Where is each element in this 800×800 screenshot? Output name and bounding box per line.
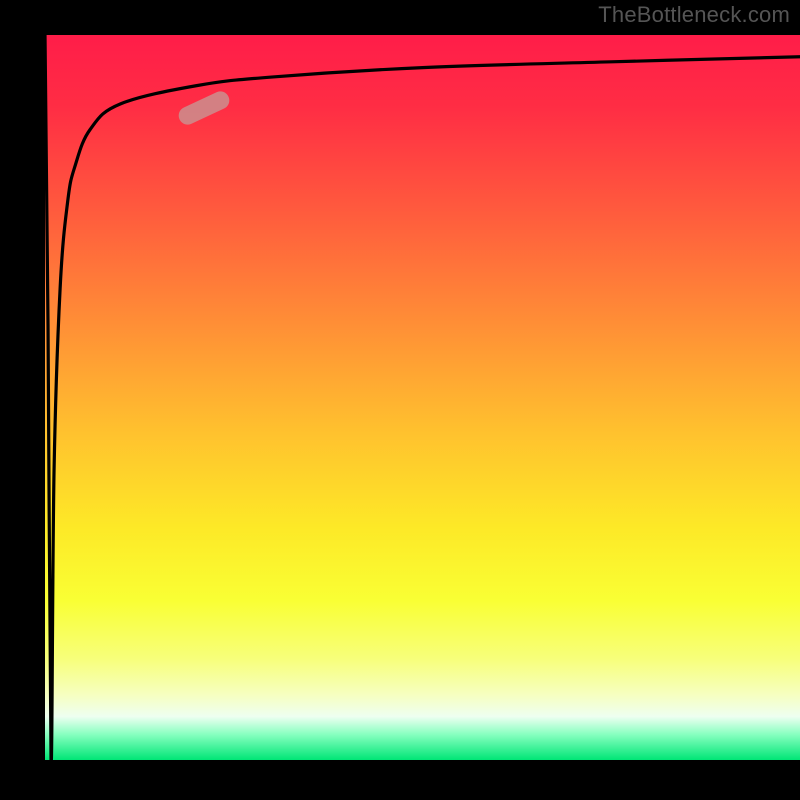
plot-area [45,35,800,760]
attribution-watermark: TheBottleneck.com [598,2,790,28]
chart-stage: TheBottleneck.com [0,0,800,800]
curve-layer [45,35,800,760]
data-curve [45,35,800,760]
